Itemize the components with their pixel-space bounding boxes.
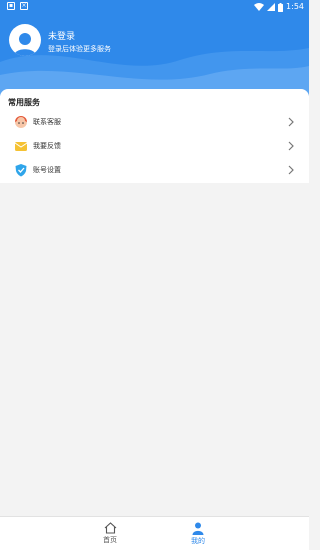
profile-header: ▪ × 1:54 未登录 登录后体验更多服务: [0, 0, 309, 96]
feedback-icon: [14, 142, 28, 151]
user-avatar-icon[interactable]: [9, 24, 41, 56]
chevron-right-icon: [288, 165, 294, 175]
chevron-right-icon: [288, 141, 294, 151]
chevron-right-icon: [288, 117, 294, 127]
tab-home-label: 首页: [103, 536, 117, 544]
tab-home[interactable]: 首页: [90, 522, 130, 548]
bottom-navigation: 首页 我的: [0, 516, 309, 550]
service-item-feedback[interactable]: 我要反馈: [0, 136, 309, 158]
service-item-label: 我要反馈: [33, 142, 61, 150]
service-item-customer-service[interactable]: 联系客服: [0, 112, 309, 134]
tab-mine-label: 我的: [191, 537, 205, 545]
service-item-label: 联系客服: [33, 118, 61, 126]
tab-mine[interactable]: 我的: [178, 522, 218, 548]
service-item-label: 账号设置: [33, 166, 61, 174]
login-hint-text[interactable]: 登录后体验更多服务: [48, 44, 111, 54]
account-settings-icon: [15, 164, 27, 177]
notification-icon: ▪: [7, 2, 15, 10]
home-icon: [104, 522, 116, 534]
common-services-card: 常用服务 联系客服 我要反馈 账号设置: [0, 89, 309, 183]
section-title: 常用服务: [8, 98, 40, 107]
app-icon: ×: [20, 2, 28, 10]
wifi-icon: [254, 3, 265, 11]
header-wave-decoration: [0, 48, 309, 96]
signal-icon: [267, 3, 276, 11]
status-bar: ▪ × 1:54: [0, 0, 309, 14]
service-item-account-settings[interactable]: 账号设置: [0, 160, 309, 182]
status-time: 1:54: [286, 2, 304, 11]
battery-icon: [278, 2, 284, 12]
login-status-text[interactable]: 未登录: [48, 31, 75, 43]
customer-service-icon: [15, 116, 27, 128]
profile-icon: [192, 522, 204, 535]
